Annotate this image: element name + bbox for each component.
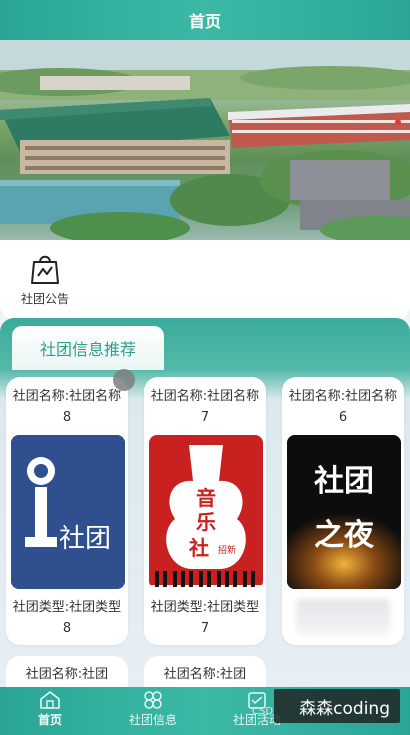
- club-type: 社团类型:社团类型7: [150, 600, 260, 636]
- music-club-poster: 音 乐 社 招新: [149, 435, 263, 589]
- club-name: 社团名称:社团名称6: [288, 389, 398, 425]
- notice-label: 社团公告: [20, 292, 69, 306]
- notice-section: 社团公告: [0, 240, 410, 320]
- bag-announcement-icon: [31, 255, 59, 284]
- recommend-tab-label: 社团信息推荐: [39, 340, 136, 359]
- page-title: 首页: [188, 12, 221, 31]
- club-card[interactable]: 社团名称:社团名称6 社团 之夜: [282, 377, 404, 645]
- poster-title-top: 社团: [314, 464, 374, 499]
- watermark-text: 森森coding: [299, 698, 390, 719]
- club-logo-image: 社团: [11, 435, 125, 589]
- tab-club-info[interactable]: 社团信息: [108, 687, 198, 735]
- campus-banner-image: [0, 40, 410, 240]
- club-image: 社团 之夜: [287, 435, 401, 589]
- clover-icon: [144, 691, 162, 709]
- notice-entry[interactable]: 社团公告: [12, 252, 78, 312]
- card-blurred-text: [296, 599, 390, 635]
- poster-title-bottom: 之夜: [314, 518, 375, 553]
- club-night-poster: 社团 之夜: [287, 435, 401, 589]
- club-name: 社团名称:社团: [163, 667, 247, 682]
- page-header: 首页: [0, 0, 410, 40]
- club-logo-text: 社团: [59, 524, 111, 554]
- home-icon: [40, 691, 60, 709]
- club-name: 社团名称:社团名称8: [12, 389, 122, 425]
- poster-char-2: 乐: [196, 510, 216, 534]
- poster-char-3: 社: [188, 536, 209, 560]
- poster-char-1: 音: [196, 486, 216, 510]
- club-card[interactable]: 社团名称:社团名称8 社团 社团类型:社团类型8: [6, 377, 128, 645]
- club-name: 社团名称:社团: [25, 667, 109, 682]
- campus-banner[interactable]: [0, 40, 410, 240]
- club-name: 社团名称:社团名称7: [150, 389, 260, 425]
- recommend-tab[interactable]: 社团信息推荐: [12, 326, 164, 370]
- scroll-indicator[interactable]: [113, 369, 135, 391]
- tab-home[interactable]: 首页: [5, 687, 95, 735]
- watermark: 森森coding: [274, 689, 400, 723]
- club-type: 社团类型:社团类型8: [12, 600, 122, 636]
- club-image: 音 乐 社 招新: [149, 435, 263, 589]
- recommend-panel: 社团信息推荐 社团名称:社团名称8 社团 社团类型:社团类型8 社团名称:社团名…: [0, 318, 410, 696]
- tab-home-label: 首页: [37, 713, 62, 727]
- club-image: 社团: [11, 435, 125, 589]
- watermark-prefix: CSD: [252, 706, 274, 717]
- poster-badge: 招新: [218, 544, 236, 556]
- tab-club-info-label: 社团信息: [128, 713, 177, 727]
- club-card[interactable]: 社团名称:社团名称7 音 乐 社 招新 社团类型:社团类型7: [144, 377, 266, 645]
